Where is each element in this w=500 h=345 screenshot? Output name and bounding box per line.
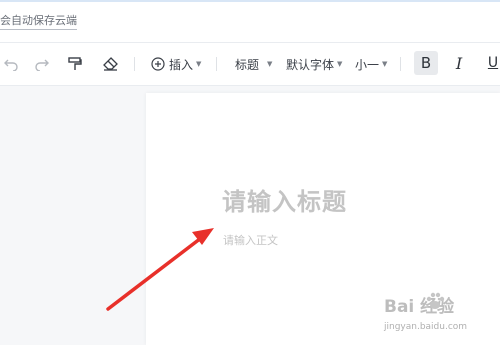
baidu-watermark: Bai 经验 jingyan.baidu.com	[384, 292, 496, 340]
paw-icon	[426, 292, 445, 309]
watermark-url: jingyan.baidu.com	[384, 322, 468, 332]
